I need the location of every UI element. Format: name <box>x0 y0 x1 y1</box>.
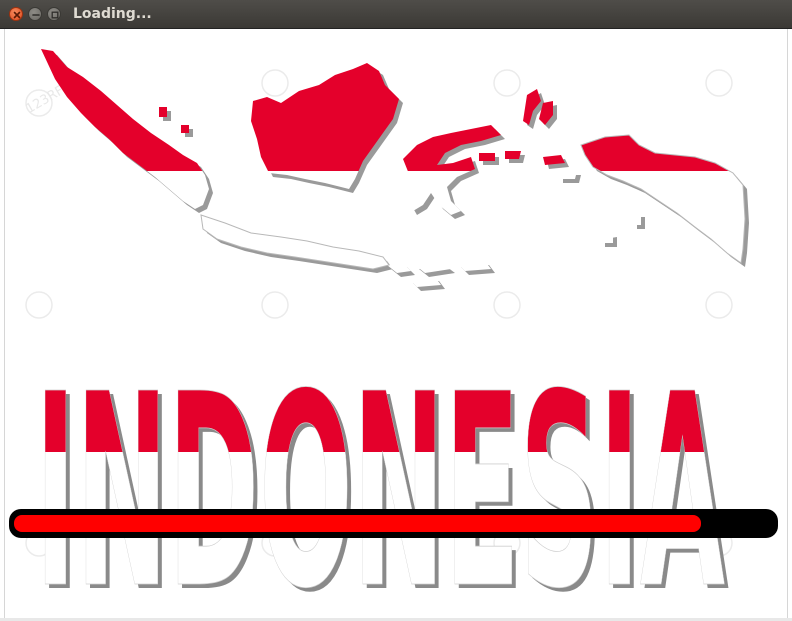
word-outline: INDONESIA <box>35 337 726 618</box>
maximize-icon <box>51 11 59 19</box>
minimize-button[interactable] <box>28 7 42 21</box>
loading-progress-bar <box>9 509 778 538</box>
window-title: Loading... <box>73 6 152 22</box>
watermark-text: 123RF <box>23 83 66 117</box>
close-button[interactable] <box>9 7 23 21</box>
splash-content: INDONESIA 123RF <box>4 29 788 618</box>
indonesia-map <box>41 49 746 287</box>
minimize-icon <box>32 14 40 16</box>
loading-progress-fill <box>14 515 701 532</box>
maximize-button[interactable] <box>47 7 61 21</box>
window-titlebar[interactable]: Loading... <box>0 0 792 29</box>
indonesia-word: INDONESIA INDONESIA <box>35 337 730 618</box>
close-icon <box>13 11 21 19</box>
map-white-half <box>41 171 745 287</box>
map-red-half <box>41 49 745 171</box>
